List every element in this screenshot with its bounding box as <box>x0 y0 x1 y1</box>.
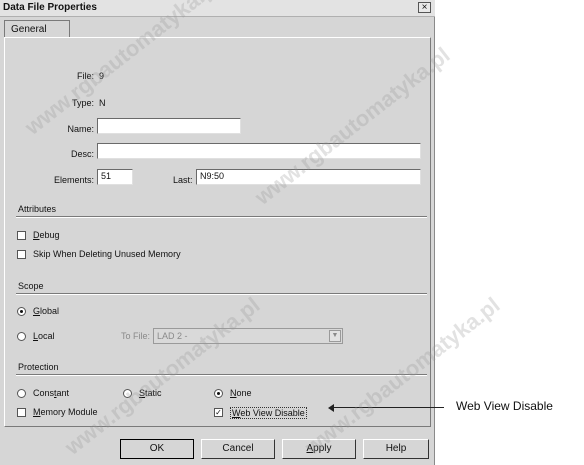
local-label: Local <box>33 331 55 341</box>
constant-radio[interactable] <box>17 389 26 398</box>
callout-arrow-icon <box>328 404 334 412</box>
window-title: Data File Properties <box>3 2 97 13</box>
none-radio[interactable] <box>214 389 223 398</box>
skip-unused-memory-checkbox[interactable] <box>17 250 26 259</box>
memory-module-checkbox[interactable] <box>17 408 26 417</box>
protection-section-title: Protection <box>18 362 59 372</box>
skip-unused-memory-label: Skip When Deleting Unused Memory <box>33 249 181 259</box>
desc-label: Desc: <box>70 149 94 159</box>
title-bar[interactable]: Data File Properties × <box>0 0 435 17</box>
constant-label: Constant <box>33 388 70 398</box>
desc-field[interactable] <box>97 143 421 159</box>
memory-module-label: Memory Module <box>33 407 98 417</box>
chevron-down-icon[interactable]: ▼ <box>329 330 341 342</box>
tofile-value: LAD 2 - <box>157 331 188 341</box>
tab-general-label: General <box>11 24 47 35</box>
debug-label: Debug <box>33 230 60 240</box>
type-value: N <box>99 98 106 108</box>
ok-button[interactable]: OK <box>120 439 194 459</box>
tab-general[interactable]: General <box>4 20 70 38</box>
elements-field[interactable]: 51 <box>97 169 133 185</box>
last-label: Last: <box>173 175 193 185</box>
attributes-divider <box>16 216 427 218</box>
global-label: Global <box>33 306 60 316</box>
web-view-disable-checkbox[interactable]: ✓ <box>214 408 223 417</box>
tofile-select[interactable]: LAD 2 - ▼ <box>153 328 343 344</box>
attributes-section-title: Attributes <box>18 204 57 214</box>
scope-section-title: Scope <box>18 281 44 291</box>
elements-label: Elements: <box>53 175 94 185</box>
protection-divider <box>16 374 427 376</box>
debug-checkbox[interactable] <box>17 231 26 240</box>
local-radio[interactable] <box>17 332 26 341</box>
global-radio[interactable] <box>17 307 26 316</box>
scope-divider <box>16 293 427 295</box>
cancel-button[interactable]: Cancel <box>201 439 275 459</box>
close-icon[interactable]: × <box>418 2 431 13</box>
name-field[interactable] <box>97 118 241 134</box>
none-label: None <box>230 388 252 398</box>
web-view-disable-label: Web View Disable <box>230 407 307 419</box>
help-button[interactable]: Help <box>363 439 429 459</box>
callout-label: Web View Disable <box>456 399 553 413</box>
tofile-label: To File: <box>121 331 151 341</box>
